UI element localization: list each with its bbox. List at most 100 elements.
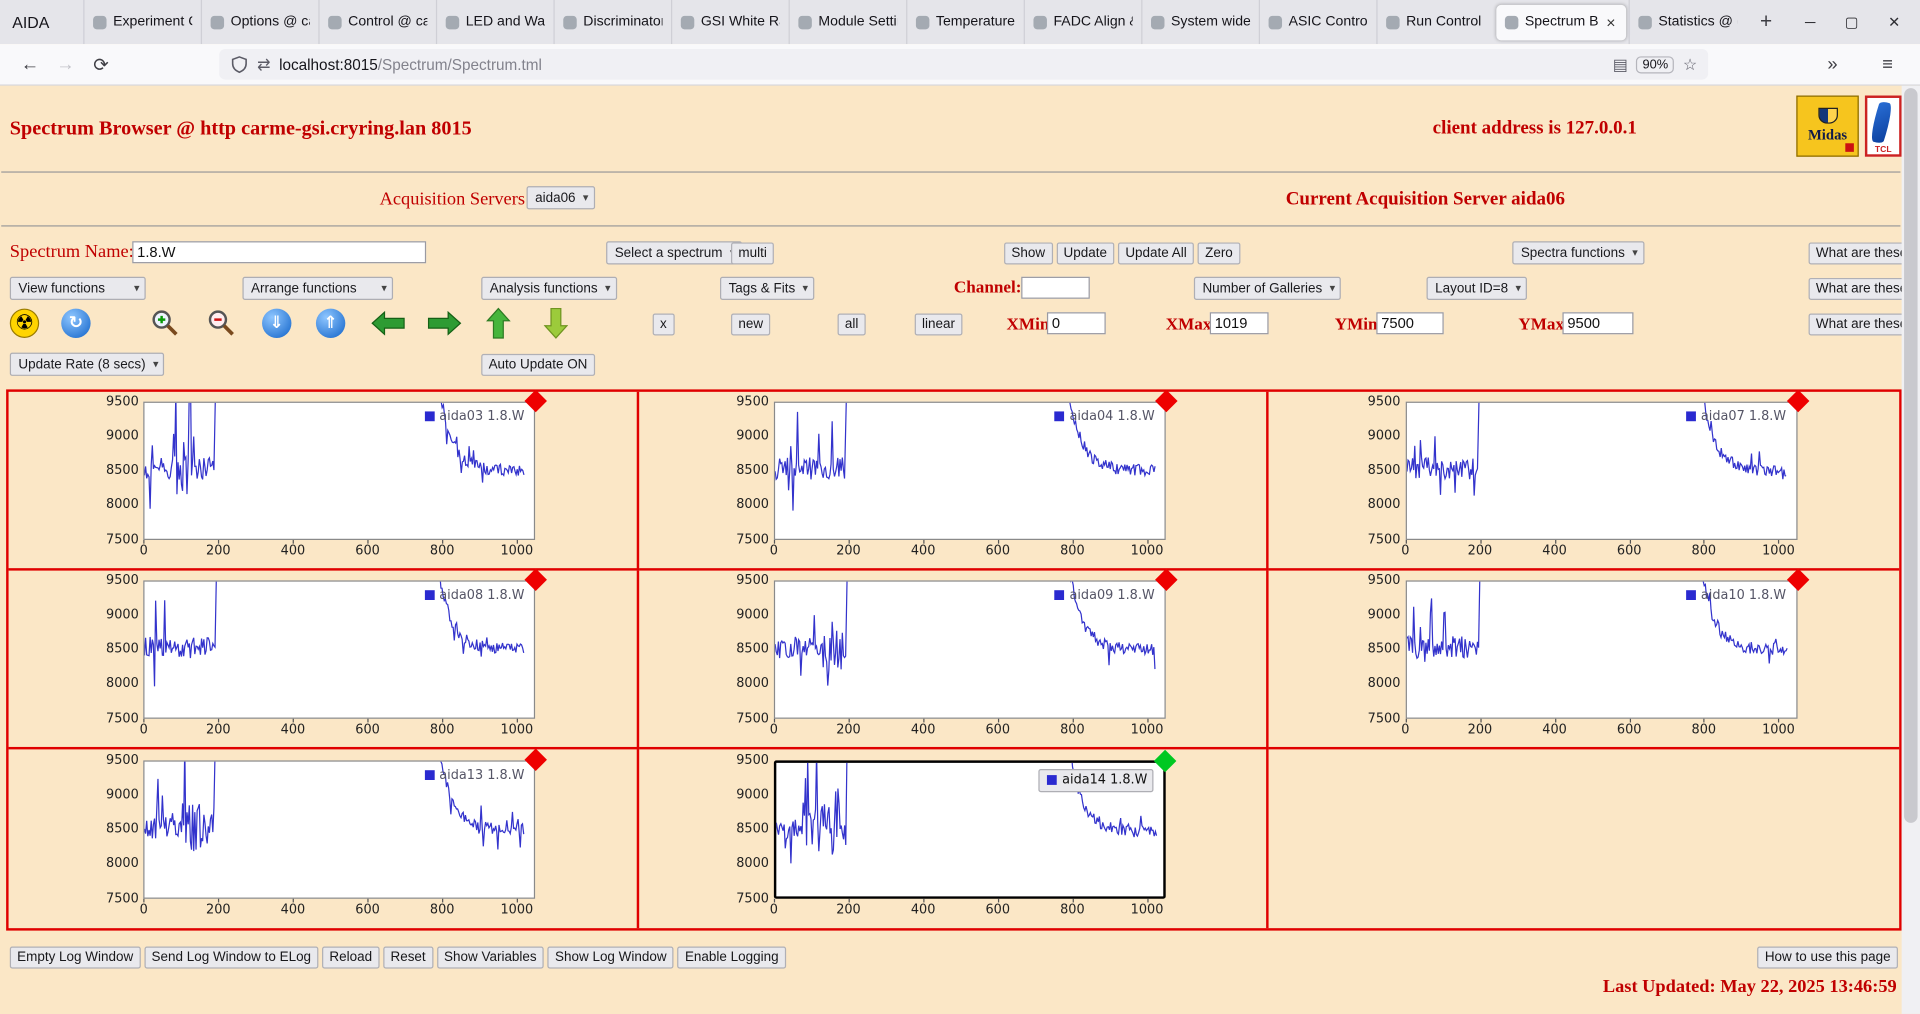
show-variables-button[interactable]: Show Variables: [437, 947, 544, 969]
show-button[interactable]: Show: [1004, 242, 1052, 264]
new-tab-button[interactable]: +: [1747, 10, 1786, 34]
plot-area[interactable]: aida04 1.8.W: [774, 401, 1166, 539]
scrollbar[interactable]: [1902, 86, 1920, 1014]
update-rate-dropdown[interactable]: Update Rate (8 secs)▾: [10, 353, 165, 376]
up-arrow-icon[interactable]: [486, 307, 510, 339]
enable-logging-button[interactable]: Enable Logging: [678, 947, 786, 969]
empty-log-window-button[interactable]: Empty Log Window: [10, 947, 141, 969]
reset-button[interactable]: Reset: [383, 947, 433, 969]
browser-tab-active[interactable]: Spectrum Br×: [1497, 4, 1627, 40]
xmin-input[interactable]: [1047, 312, 1106, 334]
reload-button[interactable]: Reload: [322, 947, 379, 969]
show-log-window-button[interactable]: Show Log Window: [548, 947, 674, 969]
spectrum-chart-aida14[interactable]: 75008000850090009500aida14 1.8.W02004006…: [737, 760, 1168, 918]
spectrum-chart-aida09[interactable]: 75008000850090009500aida09 1.8.W02004006…: [737, 580, 1168, 738]
spectrum-chart-aida04[interactable]: 75008000850090009500aida04 1.8.W02004006…: [737, 401, 1168, 559]
menu-icon[interactable]: ≡: [1870, 54, 1906, 75]
tags-fits-dropdown[interactable]: Tags & Fits▾: [720, 277, 814, 300]
plot-area[interactable]: aida03 1.8.W: [144, 401, 536, 539]
browser-tab[interactable]: LED and Wave: [436, 0, 554, 44]
how-to-use-button[interactable]: How to use this page: [1757, 947, 1897, 969]
url-text[interactable]: localhost:8015/Spectrum/Spectrum.tml: [279, 56, 542, 73]
spectrum-cell-aida13[interactable]: 75008000850090009500aida13 1.8.W02004006…: [9, 749, 639, 928]
url-bar[interactable]: ⇄ localhost:8015/Spectrum/Spectrum.tml ▤…: [219, 49, 1708, 80]
browser-tab[interactable]: Statistics @ ca: [1629, 0, 1747, 44]
spectrum-cell-aida14[interactable]: 75008000850090009500aida14 1.8.W02004006…: [639, 749, 1269, 928]
linear-button[interactable]: linear: [915, 313, 963, 335]
scrollbar-thumb[interactable]: [1904, 88, 1917, 823]
minimize-icon[interactable]: ─: [1805, 13, 1815, 30]
collapse-icon[interactable]: ⇓: [262, 309, 291, 338]
auto-update-button[interactable]: Auto Update ON: [481, 354, 595, 376]
zoom-out-icon[interactable]: [206, 307, 238, 339]
browser-tab[interactable]: Temperature a: [907, 0, 1025, 44]
browser-tab[interactable]: ASIC Control (: [1259, 0, 1377, 44]
spectrum-name-input[interactable]: [132, 241, 426, 263]
channel-input[interactable]: [1021, 277, 1090, 299]
layout-id-dropdown[interactable]: Layout ID=8▾: [1427, 277, 1528, 300]
radiation-icon[interactable]: ☢: [10, 309, 39, 338]
midas-logo[interactable]: Midas: [1796, 96, 1858, 157]
plot-area[interactable]: aida14 1.8.W: [774, 760, 1166, 898]
forward-icon[interactable]: →: [48, 54, 84, 75]
analysis-functions-dropdown[interactable]: Analysis functions▾: [481, 277, 616, 300]
zoom-in-icon[interactable]: [149, 307, 181, 339]
browser-tab[interactable]: Run Control (@: [1377, 0, 1495, 44]
ymin-input[interactable]: [1376, 312, 1443, 334]
reader-mode-icon[interactable]: ▤: [1613, 54, 1628, 74]
tcl-logo[interactable]: TCL: [1865, 96, 1902, 157]
zoom-level-badge[interactable]: 90%: [1636, 56, 1674, 73]
next-arrow-icon[interactable]: [427, 311, 461, 335]
spectrum-chart-aida08[interactable]: 75008000850090009500aida08 1.8.W02004006…: [107, 580, 538, 738]
all-button[interactable]: all: [838, 313, 866, 335]
update-button[interactable]: Update: [1056, 242, 1114, 264]
spectra-functions-dropdown[interactable]: Spectra functions▾: [1512, 241, 1644, 264]
reload-icon[interactable]: ⟳: [83, 53, 119, 75]
refresh-globe-icon[interactable]: ↻: [61, 309, 90, 338]
acquisition-server-select[interactable]: aida06▾: [527, 186, 595, 209]
multi-button[interactable]: multi: [731, 242, 774, 264]
zero-button[interactable]: Zero: [1198, 242, 1240, 264]
shield-icon[interactable]: [230, 55, 248, 73]
spectrum-chart-aida13[interactable]: 75008000850090009500aida13 1.8.W02004006…: [107, 760, 538, 918]
expand-icon[interactable]: ⇑: [316, 309, 345, 338]
down-arrow-icon[interactable]: [544, 307, 568, 339]
browser-tab[interactable]: System wide C: [1142, 0, 1260, 44]
browser-tab[interactable]: Module Settin: [789, 0, 907, 44]
spectrum-cell-aida08[interactable]: 75008000850090009500aida08 1.8.W02004006…: [9, 571, 639, 750]
xmax-input[interactable]: [1210, 312, 1269, 334]
arrange-functions-dropdown[interactable]: Arrange functions▾: [242, 277, 393, 300]
spectrum-cell-aida04[interactable]: 75008000850090009500aida04 1.8.W02004006…: [639, 392, 1269, 571]
number-of-galleries-dropdown[interactable]: Number of Galleries▾: [1194, 277, 1341, 300]
spectrum-cell-aida03[interactable]: 75008000850090009500aida03 1.8.W02004006…: [9, 392, 639, 571]
select-spectrum-dropdown[interactable]: Select a spectrum▾: [606, 241, 741, 264]
spectrum-chart-aida10[interactable]: 75008000850090009500aida10 1.8.W02004006…: [1369, 580, 1800, 738]
spectrum-cell-aida07[interactable]: 75008000850090009500aida07 1.8.W02004006…: [1269, 392, 1899, 571]
maximize-icon[interactable]: ▢: [1845, 13, 1859, 30]
plot-area[interactable]: aida13 1.8.W: [144, 760, 536, 898]
prev-arrow-icon[interactable]: [371, 311, 405, 335]
spectrum-chart-aida07[interactable]: 75008000850090009500aida07 1.8.W02004006…: [1369, 401, 1800, 559]
plot-area[interactable]: aida09 1.8.W: [774, 580, 1166, 718]
plot-area[interactable]: aida10 1.8.W: [1405, 580, 1797, 718]
back-icon[interactable]: ←: [12, 54, 48, 75]
close-icon[interactable]: ✕: [1888, 13, 1900, 30]
new-button[interactable]: new: [731, 313, 770, 335]
browser-tab[interactable]: Options @ car: [201, 0, 319, 44]
spectrum-cell-aida09[interactable]: 75008000850090009500aida09 1.8.W02004006…: [639, 571, 1269, 750]
overflow-chevron-icon[interactable]: »: [1815, 54, 1851, 75]
browser-tab[interactable]: FADC Align &: [1024, 0, 1142, 44]
tab-close-icon[interactable]: ×: [1604, 13, 1618, 31]
plot-area[interactable]: aida08 1.8.W: [144, 580, 536, 718]
connection-icon[interactable]: ⇄: [257, 54, 270, 74]
send-log-window-to-elog-button[interactable]: Send Log Window to ELog: [144, 947, 318, 969]
browser-tab[interactable]: Experiment Co: [84, 0, 202, 44]
view-functions-dropdown[interactable]: View functions▾: [10, 277, 146, 300]
x-button[interactable]: x: [653, 313, 674, 335]
spectrum-cell-aida10[interactable]: 75008000850090009500aida10 1.8.W02004006…: [1269, 571, 1899, 750]
browser-tab[interactable]: Discriminator: [554, 0, 672, 44]
update-all-button[interactable]: Update All: [1118, 242, 1194, 264]
ymax-input[interactable]: [1562, 312, 1633, 334]
bookmark-star-icon[interactable]: ☆: [1683, 54, 1697, 74]
plot-area[interactable]: aida07 1.8.W: [1405, 401, 1797, 539]
